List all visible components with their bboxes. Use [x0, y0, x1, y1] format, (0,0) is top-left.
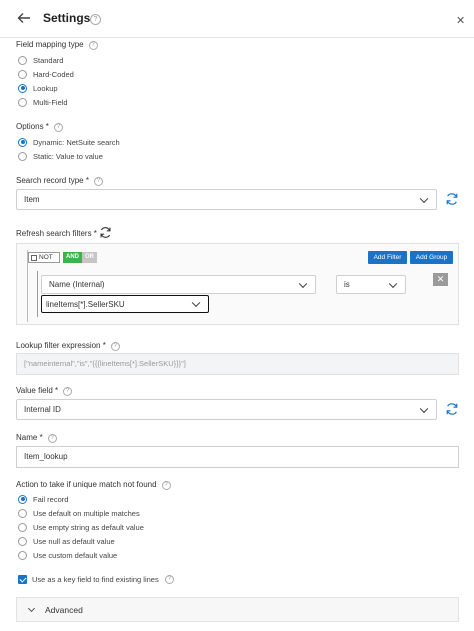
key-field-checkbox-row[interactable]: Use as a key field to find existing line…: [18, 575, 174, 584]
chevron-down-icon: [27, 604, 36, 612]
lookup-filter-expression-label: Lookup filter expression *?: [16, 341, 120, 352]
refresh-icon[interactable]: [445, 402, 459, 416]
page-title: Settings: [43, 11, 91, 25]
not-checkbox[interactable]: [31, 254, 37, 261]
radio-circle[interactable]: [18, 83, 27, 93]
radio-null-default[interactable]: Use null as default value: [18, 536, 115, 546]
value-field-select[interactable]: Internal ID: [16, 399, 437, 420]
chevron-down-icon: [191, 298, 201, 308]
add-filter-button[interactable]: Add Filter: [368, 251, 407, 264]
radio-label: Multi-Field: [33, 97, 68, 107]
filter-field-select[interactable]: Name (Internal): [41, 275, 316, 294]
radio-circle[interactable]: [18, 137, 27, 147]
radio-circle[interactable]: [18, 522, 27, 532]
radio-label: Use null as default value: [33, 536, 115, 546]
action-if-not-found-label: Action to take if unique match not found…: [16, 480, 171, 491]
refresh-filters-icon[interactable]: [99, 226, 112, 239]
key-field-label: Use as a key field to find existing line…: [32, 575, 159, 584]
help-icon[interactable]: ?: [47, 434, 57, 443]
chevron-down-icon: [298, 279, 308, 288]
radio-lookup[interactable]: Lookup: [18, 83, 58, 93]
search-record-type-label: Search record type *?: [16, 176, 103, 187]
or-button[interactable]: OR: [82, 252, 97, 263]
help-icon[interactable]: ?: [110, 342, 120, 351]
radio-empty-string-default[interactable]: Use empty string as default value: [18, 522, 144, 532]
help-icon[interactable]: ?: [161, 481, 171, 490]
name-input[interactable]: Item_lookup: [16, 446, 459, 468]
radio-circle[interactable]: [18, 97, 27, 107]
key-field-checkbox[interactable]: [18, 575, 27, 584]
advanced-section-toggle[interactable]: Advanced: [16, 597, 459, 622]
radio-circle[interactable]: [18, 69, 27, 79]
radio-circle[interactable]: [18, 550, 27, 560]
name-label: Name *?: [16, 433, 57, 444]
radio-label: Static: Value to value: [33, 151, 103, 161]
options-label: Options *?: [16, 122, 63, 133]
radio-fail-record[interactable]: Fail record: [18, 494, 68, 504]
radio-hard-coded[interactable]: Hard-Coded: [18, 69, 74, 79]
radio-static-value-to-value[interactable]: Static: Value to value: [18, 151, 103, 161]
arrow-left-icon[interactable]: [17, 11, 31, 25]
chevron-down-icon: [419, 404, 429, 413]
radio-circle[interactable]: [18, 536, 27, 546]
add-group-button[interactable]: Add Group: [410, 251, 453, 264]
chevron-down-icon: [388, 279, 398, 288]
help-icon[interactable]: ?: [164, 575, 174, 584]
radio-default-on-multiple[interactable]: Use default on multiple matches: [18, 508, 140, 518]
radio-multi-field[interactable]: Multi-Field: [18, 97, 68, 107]
help-icon[interactable]: ?: [88, 41, 98, 50]
chevron-down-icon: [419, 194, 429, 203]
radio-label: Lookup: [33, 83, 58, 93]
not-toggle[interactable]: NOT: [28, 252, 60, 263]
field-mapping-type-label: Field mapping type?: [16, 40, 98, 51]
filter-operator-select[interactable]: is: [336, 275, 406, 294]
refresh-icon[interactable]: [445, 192, 459, 206]
radio-circle[interactable]: [18, 508, 27, 518]
and-button[interactable]: AND: [63, 252, 82, 263]
remove-rule-button[interactable]: ✕: [433, 273, 448, 286]
refresh-search-filters-label: Refresh search filters *: [16, 229, 97, 238]
help-icon[interactable]: ?: [93, 177, 103, 186]
radio-label: Fail record: [33, 494, 69, 504]
help-icon[interactable]: ?: [63, 387, 73, 396]
radio-label: Use custom default value: [33, 550, 118, 560]
help-icon[interactable]: ?: [53, 123, 63, 132]
radio-label: Use empty string as default value: [33, 522, 144, 532]
header: Settings ? ✕: [0, 0, 474, 38]
radio-circle[interactable]: [18, 494, 27, 504]
lookup-filter-expression-field[interactable]: ["nameinternal","is","{{{lineItems[*].Se…: [16, 353, 459, 375]
value-field-label: Value field *?: [16, 386, 73, 397]
filter-operand-select[interactable]: lineItems[*].SellerSKU: [41, 295, 209, 313]
radio-label: Standard: [33, 55, 64, 65]
radio-custom-default[interactable]: Use custom default value: [18, 550, 117, 560]
radio-circle[interactable]: [18, 151, 27, 161]
close-icon[interactable]: ✕: [456, 14, 465, 27]
radio-circle[interactable]: [18, 55, 27, 65]
search-record-type-select[interactable]: Item: [16, 189, 437, 210]
radio-dynamic-netsuite-search[interactable]: Dynamic: NetSuite search: [18, 137, 120, 147]
radio-standard[interactable]: Standard: [18, 55, 63, 65]
help-icon[interactable]: ?: [90, 14, 101, 25]
radio-label: Hard-Coded: [33, 69, 74, 79]
radio-label: Dynamic: NetSuite search: [33, 137, 120, 147]
radio-label: Use default on multiple matches: [33, 508, 140, 518]
